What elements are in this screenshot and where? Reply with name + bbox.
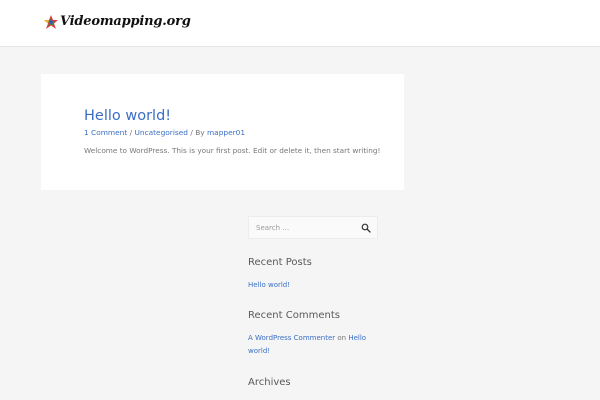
recent-posts-title: Recent Posts — [248, 257, 312, 268]
post-excerpt: Welcome to WordPress. This is your first… — [84, 146, 381, 155]
site-logo-text: Videomapping.org — [60, 14, 191, 29]
recent-comments-title: Recent Comments — [248, 310, 340, 321]
archives-title: Archives — [248, 377, 291, 388]
post-card: Hello world! 1 Comment / Uncategorised /… — [41, 74, 404, 190]
recent-post-link[interactable]: Hello world! — [248, 279, 290, 291]
search-icon — [361, 223, 371, 233]
search-input[interactable] — [249, 217, 357, 238]
site-logo-link[interactable]: Videomapping.org — [44, 14, 191, 29]
comment-on-text: on — [335, 334, 349, 342]
comment-author-link[interactable]: A WordPress Commenter — [248, 334, 335, 342]
meta-author-prefix: / By — [188, 128, 207, 137]
recent-comment-item: A WordPress Commenter on Hello world! — [248, 332, 373, 358]
post-comments-link[interactable]: 1 Comment — [84, 128, 127, 137]
site-header: Videomapping.org — [0, 0, 600, 47]
post-category-link[interactable]: Uncategorised — [134, 128, 188, 137]
colorful-star-logo-icon — [44, 14, 58, 29]
search-button[interactable] — [361, 223, 371, 233]
search-form — [248, 216, 378, 239]
post-title-link[interactable]: Hello world! — [84, 108, 171, 124]
post-author-link[interactable]: mapper01 — [207, 128, 245, 137]
post-meta: 1 Comment / Uncategorised / By mapper01 — [84, 128, 245, 137]
